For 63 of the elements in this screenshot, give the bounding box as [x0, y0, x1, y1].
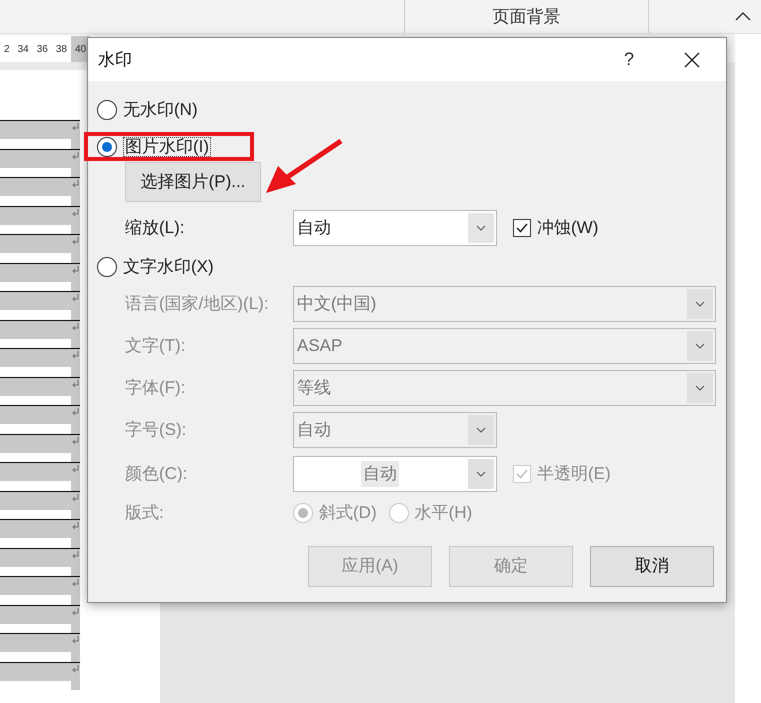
dropdown-value: 自动: [297, 217, 331, 240]
ribbon-group-label: 页面背景: [492, 6, 560, 28]
ruler-number: 2: [3, 42, 11, 56]
paragraph-mark-icon: [72, 322, 79, 330]
caret-icon: [695, 301, 705, 307]
paragraph-mark-icon: [72, 294, 79, 302]
field-label: 语言(国家/地区)(L):: [125, 293, 270, 316]
ruler-number: 36: [36, 42, 49, 56]
field-label: 文字(T):: [125, 335, 186, 358]
field-label: 缩放(L):: [125, 217, 186, 240]
dropdown-value: 中文(中国): [297, 293, 376, 316]
paragraph-mark-icon: [72, 550, 79, 558]
paragraph-mark-icon: [72, 436, 79, 444]
radio-label: 斜式(D): [319, 502, 377, 524]
dropdown-field[interactable]: 自动: [293, 210, 497, 246]
paragraph-mark-icon: [72, 180, 79, 188]
caret-icon: [476, 427, 486, 433]
dialog-title: 水印: [98, 48, 133, 71]
close-icon[interactable]: [684, 52, 700, 68]
paragraph-mark-icon: [72, 266, 79, 274]
caret-icon: [695, 343, 705, 349]
paragraph-mark-icon: [72, 579, 79, 587]
dropdown-value: 自动: [361, 461, 399, 487]
check-icon: [515, 221, 529, 235]
collapse-icon[interactable]: [735, 11, 751, 21]
ruler-number: 38: [54, 42, 68, 56]
paragraph-mark-icon: [72, 608, 79, 616]
checkbox-label: 冲蚀(W): [537, 217, 598, 240]
caret-icon: [476, 471, 486, 477]
field-label: 颜色(C):: [125, 463, 188, 486]
dropdown-value: 等线: [297, 377, 331, 400]
radio-label: 无水印(N): [123, 99, 198, 122]
radio-label: 图片水印(I): [123, 136, 212, 156]
caret-icon: [695, 385, 705, 391]
paragraph-mark-icon: [72, 351, 79, 359]
caret-icon: [476, 225, 486, 231]
dialog-button[interactable]: 取消: [590, 546, 714, 586]
paragraph-mark-icon: [72, 380, 79, 388]
paragraph-mark-icon: [72, 208, 79, 216]
field-label: 字号(S):: [125, 419, 188, 442]
radio-button[interactable]: [97, 100, 117, 120]
field-label: 字体(F):: [125, 377, 186, 400]
select-picture-button[interactable]: 选择图片(P)...: [125, 162, 261, 202]
checkbox-label: 半透明(E): [537, 463, 611, 486]
paragraph-mark-icon: [72, 408, 79, 416]
ruler-number: 34: [16, 42, 30, 56]
radio-label: 水平(H): [414, 502, 472, 524]
field-label: 版式:: [125, 502, 165, 524]
radio-label: 文字水印(X): [123, 256, 214, 278]
paragraph-mark-icon: [72, 636, 79, 644]
checkbox[interactable]: [513, 219, 531, 237]
dropdown-value: 自动: [297, 419, 331, 442]
dropdown-value: ASAP: [297, 335, 342, 358]
paragraph-mark-icon: [72, 465, 79, 473]
paragraph-mark-icon: [72, 664, 79, 672]
check-icon: [515, 467, 529, 481]
help-button[interactable]: ?: [624, 46, 634, 73]
paragraph-mark-icon: [72, 152, 79, 160]
paragraph-mark-icon: [72, 522, 79, 530]
paragraph-mark-icon: [72, 123, 79, 131]
paragraph-mark-icon: [72, 494, 79, 502]
paragraph-mark-icon: [72, 237, 79, 245]
radio-button[interactable]: [97, 136, 117, 156]
